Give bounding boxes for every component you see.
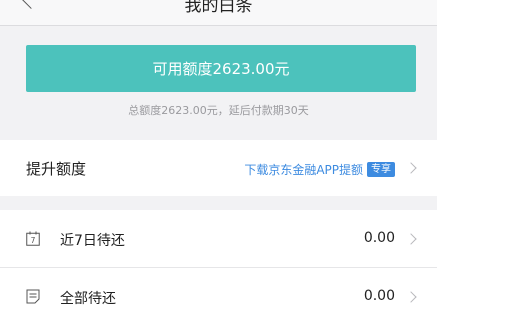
document-icon xyxy=(26,289,40,304)
raise-quota-row[interactable]: 提升额度 下载京东金融APP提额 专享 xyxy=(0,140,437,196)
chevron-right-icon xyxy=(405,233,417,245)
quota-description: 总额度2623.00元，延后付款期30天 xyxy=(128,104,309,117)
available-quota-button[interactable]: 可用额度2623.00元 xyxy=(26,45,416,92)
download-app-link[interactable]: 下载京东金融APP提额 专享 xyxy=(244,161,395,178)
repayment-list: 7 近7日待还 0.00 全部待还 0.00 xyxy=(0,210,437,327)
quota-section: 可用额度2623.00元 总额度2623.00元，延后付款期30天 xyxy=(0,27,437,137)
all-due-label: 全部待还 xyxy=(60,291,116,307)
phone-screen: 我的白条 可用额度2623.00元 总额度2623.00元，延后付款期30天 提… xyxy=(0,0,437,327)
raise-quota-label: 提升额度 xyxy=(26,160,87,178)
calendar-day-number: 7 xyxy=(31,236,36,245)
chevron-right-icon xyxy=(405,162,417,174)
exclusive-badge: 专享 xyxy=(367,162,395,177)
nav-bar: 我的白条 xyxy=(0,0,437,26)
download-app-link-text: 下载京东金融APP提额 xyxy=(244,163,363,177)
list-item-due-7-days[interactable]: 7 近7日待还 0.00 xyxy=(0,210,437,268)
all-due-value: 0.00 xyxy=(363,288,395,304)
list-item-all-due[interactable]: 全部待还 0.00 xyxy=(0,268,437,326)
page-title: 我的白条 xyxy=(184,0,253,16)
due-7-days-value: 0.00 xyxy=(363,230,395,246)
chevron-right-icon xyxy=(405,291,417,303)
due-7-days-label: 近7日待还 xyxy=(60,233,125,249)
calendar-7-icon: 7 xyxy=(26,231,40,246)
